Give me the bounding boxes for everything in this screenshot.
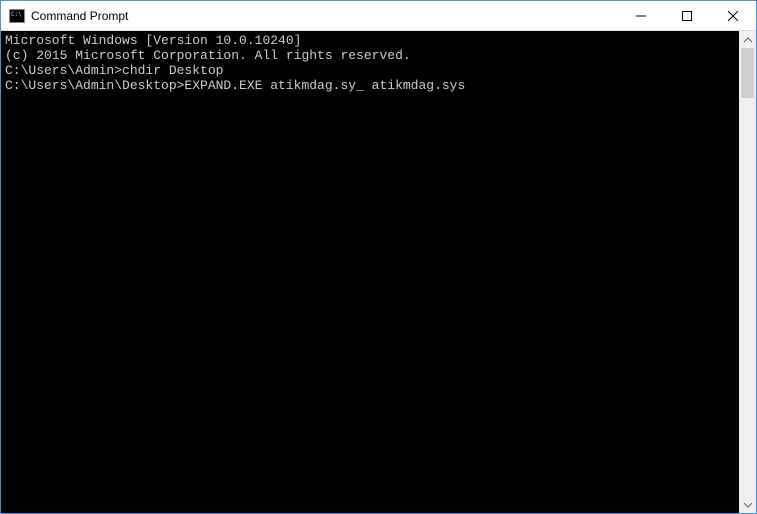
terminal-output[interactable]: Microsoft Windows [Version 10.0.10240](c… (1, 31, 739, 513)
vertical-scrollbar[interactable] (739, 31, 756, 513)
close-button[interactable] (710, 1, 756, 30)
command-prompt-window: Command Prompt Microsoft Windows [Versio… (0, 0, 757, 514)
titlebar[interactable]: Command Prompt (1, 1, 756, 31)
maximize-icon (682, 11, 692, 21)
chevron-up-icon (744, 36, 752, 44)
window-title: Command Prompt (31, 9, 618, 23)
scroll-up-button[interactable] (739, 31, 756, 48)
scroll-track[interactable] (739, 48, 756, 496)
scroll-down-button[interactable] (739, 496, 756, 513)
terminal-line: C:\Users\Admin\Desktop>EXPAND.EXE atikmd… (5, 78, 735, 93)
terminal-line: Microsoft Windows [Version 10.0.10240] (5, 33, 735, 48)
chevron-down-icon (744, 501, 752, 509)
minimize-icon (636, 11, 646, 21)
maximize-button[interactable] (664, 1, 710, 30)
terminal-line: C:\Users\Admin>chdir Desktop (5, 63, 735, 78)
close-icon (728, 11, 738, 21)
terminal-area: Microsoft Windows [Version 10.0.10240](c… (1, 31, 756, 513)
scroll-thumb[interactable] (741, 48, 754, 98)
terminal-line: (c) 2015 Microsoft Corporation. All righ… (5, 48, 735, 63)
window-controls (618, 1, 756, 30)
minimize-button[interactable] (618, 1, 664, 30)
cmd-icon (9, 9, 25, 23)
